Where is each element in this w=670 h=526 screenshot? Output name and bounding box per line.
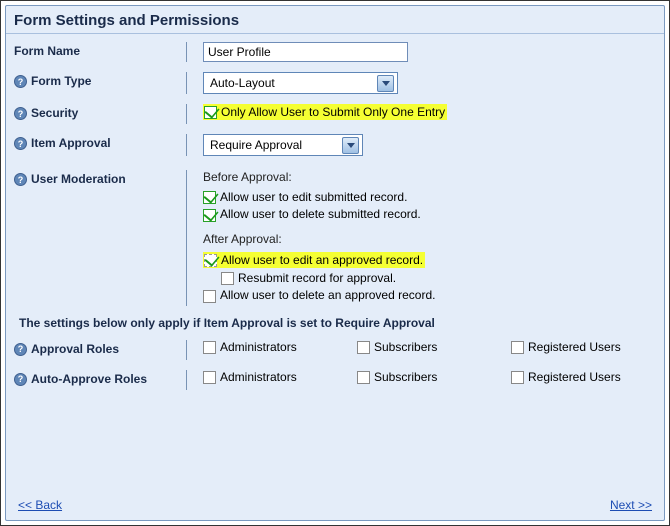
after-edit-highlight: Allow user to edit an approved record. [203,252,425,268]
help-icon[interactable]: ? [14,173,27,186]
form-type-label-text: Form Type [31,74,91,88]
wizard-footer: << Back Next >> [18,498,652,512]
row-security: ? Security Only Allow User to Submit Only… [14,104,656,124]
approval-note: The settings below only apply if Item Ap… [19,316,656,330]
approval-subs-checkbox[interactable] [357,341,370,354]
auto-approve-grid: Administrators Subscribers Registered Us… [203,370,656,384]
row-item-approval: ? Item Approval Require Approval [14,134,656,156]
after-resubmit-label: Resubmit record for approval. [238,271,396,285]
auto-admin-label: Administrators [220,370,297,384]
auto-reg-label: Registered Users [528,370,621,384]
auto-admin-checkbox[interactable] [203,371,216,384]
approval-reg-label: Registered Users [528,340,621,354]
before-edit-checkbox[interactable] [203,191,216,204]
approval-admin-checkbox[interactable] [203,341,216,354]
auto-approve-value-col: Administrators Subscribers Registered Us… [186,370,656,390]
help-icon[interactable]: ? [14,343,27,356]
after-edit-label: Allow user to edit an approved record. [221,253,423,267]
approval-admin-label: Administrators [220,340,297,354]
auto-subs-checkbox[interactable] [357,371,370,384]
page-outer: Form Settings and Permissions Form Name … [0,0,670,526]
approval-subs-label: Subscribers [374,340,437,354]
row-form-type: ? Form Type Auto-Layout [14,72,656,94]
after-delete-label: Allow user to delete an approved record. [220,288,435,302]
item-approval-select-wrap: Require Approval [203,134,363,156]
after-edit-checkbox[interactable] [204,254,217,267]
item-approval-label: ? Item Approval [14,134,186,150]
form-name-label: Form Name [14,42,186,58]
auto-subs-label: Subscribers [374,370,437,384]
user-moderation-label-text: User Moderation [31,172,126,186]
form-type-value-col: Auto-Layout [186,72,656,94]
before-delete-checkbox[interactable] [203,209,216,222]
item-approval-select[interactable]: Require Approval [203,134,363,156]
security-label-text: Security [31,106,78,120]
item-approval-label-text: Item Approval [31,136,111,150]
form-type-select[interactable]: Auto-Layout [203,72,398,94]
panel-title: Form Settings and Permissions [6,6,664,34]
security-label: ? Security [14,104,186,120]
after-resubmit-checkbox[interactable] [221,272,234,285]
form-type-label: ? Form Type [14,72,186,88]
user-moderation-value-col: Before Approval: Allow user to edit subm… [186,170,656,306]
approval-roles-label: ? Approval Roles [14,340,186,356]
row-auto-approve-roles: ? Auto-Approve Roles Administrators Subsc… [14,370,656,390]
help-icon[interactable]: ? [14,373,27,386]
auto-reg-checkbox[interactable] [511,371,524,384]
help-icon[interactable]: ? [14,137,27,150]
approval-roles-label-text: Approval Roles [31,342,119,356]
before-delete-label: Allow user to delete submitted record. [220,207,421,221]
user-moderation-label: ? User Moderation [14,170,186,186]
approval-roles-grid: Administrators Subscribers Registered Us… [203,340,656,354]
approval-roles-value-col: Administrators Subscribers Registered Us… [186,340,656,360]
security-value-col: Only Allow User to Submit Only One Entry [186,104,656,124]
panel-body: Form Name ? Form Type Auto-Layout [6,34,664,398]
help-icon[interactable]: ? [14,75,27,88]
after-approval-header: After Approval: [203,232,656,246]
row-approval-roles: ? Approval Roles Administrators Subscribe… [14,340,656,360]
auto-approve-label-text: Auto-Approve Roles [31,372,147,386]
next-link[interactable]: Next >> [610,498,652,512]
form-type-select-wrap: Auto-Layout [203,72,398,94]
only-one-entry-checkbox[interactable] [204,106,217,119]
auto-approve-label: ? Auto-Approve Roles [14,370,186,386]
row-form-name: Form Name [14,42,656,62]
help-icon[interactable]: ? [14,107,27,120]
security-highlight: Only Allow User to Submit Only One Entry [203,104,447,120]
before-edit-label: Allow user to edit submitted record. [220,190,407,204]
row-user-moderation: ? User Moderation Before Approval: Allow … [14,170,656,306]
only-one-entry-label: Only Allow User to Submit Only One Entry [221,105,445,119]
form-name-input[interactable] [203,42,408,62]
item-approval-value-col: Require Approval [186,134,656,156]
after-delete-checkbox[interactable] [203,290,216,303]
back-link[interactable]: << Back [18,498,62,512]
settings-panel: Form Settings and Permissions Form Name … [5,5,665,521]
approval-reg-checkbox[interactable] [511,341,524,354]
before-approval-header: Before Approval: [203,170,656,184]
form-name-value-col [186,42,656,62]
